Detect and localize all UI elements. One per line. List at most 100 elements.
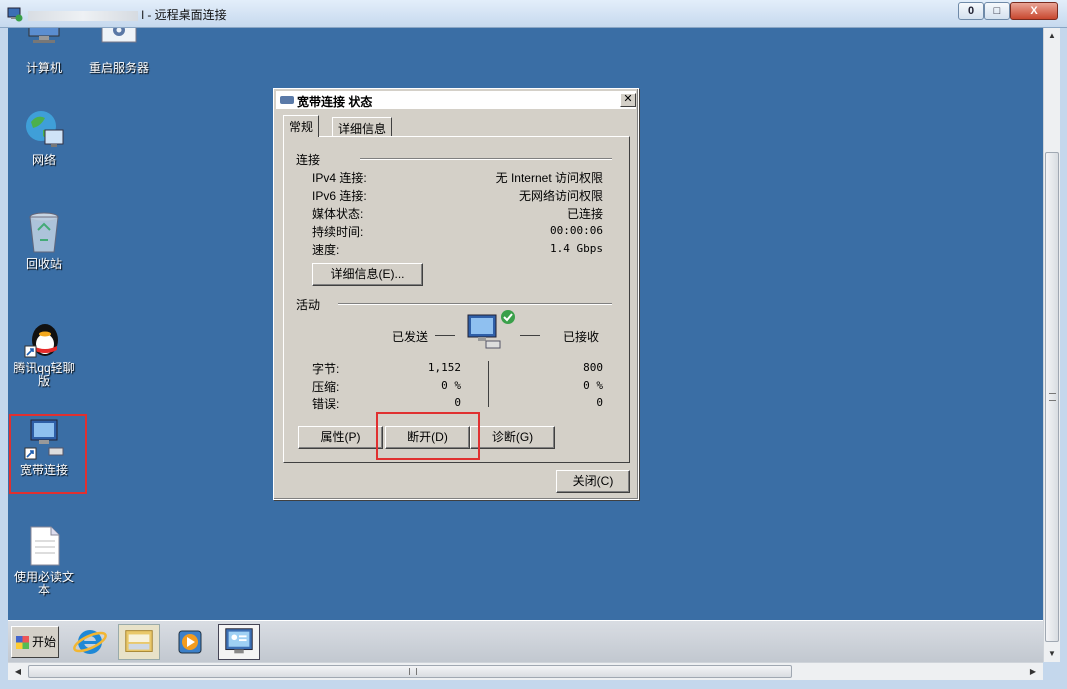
minimize-glyph: 0 [967,5,975,17]
grip-icon [409,668,417,675]
close-window-button[interactable]: X [1010,2,1058,20]
horizontal-scroll-thumb[interactable] [28,665,792,678]
section-divider [338,303,612,305]
errors-sent-value: 0 [454,396,461,409]
file-explorer-icon[interactable] [118,624,160,660]
desktop-icon-label: 重启服务器 [88,61,149,75]
speed-value: 1.4 Gbps [550,242,603,255]
horizontal-scrollbar[interactable]: ◀ ▶ [8,662,1043,680]
scroll-up-arrow-icon[interactable]: ▲ [1044,28,1060,44]
windows-logo-icon [16,636,29,649]
desktop-icon-readme[interactable]: 使用必读文本 [8,525,83,597]
bytes-label: 字节: [312,362,340,376]
minimize-button[interactable]: 0 [958,2,984,20]
maximize-button[interactable]: □ [984,2,1010,20]
desktop-icon-label: 腾讯qq轻聊版 [13,361,75,388]
highlight-box-broadband [9,414,87,494]
media-player-icon[interactable] [170,624,212,660]
arrow-glyph: ◀ [14,667,22,676]
properties-button[interactable]: 属性(P) [298,426,383,449]
globe-network-icon [26,111,64,147]
button-label: 诊断(G) [491,430,534,444]
computer-icon [28,28,60,43]
tab-label: 详细信息 [338,122,387,136]
desktop-icon-qq[interactable]: 腾讯qq轻聊版 [8,316,83,388]
remote-desktop-icon [7,7,23,22]
ipv6-label: IPv6 连接: [312,189,367,203]
gear-icon [101,28,137,43]
dialog-close-button[interactable]: ✕ [620,93,636,107]
diagnose-button[interactable]: 诊断(G) [470,426,555,449]
media-state-value: 已连接 [566,207,603,221]
scroll-right-arrow-icon[interactable]: ▶ [1025,663,1041,680]
modem-icon [280,96,294,104]
desktop-icon-restart-server[interactable]: 重启服务器 [80,28,158,75]
redacted-host [28,10,138,21]
close-icon: ✕ [623,93,633,105]
desktop-icon-network[interactable]: 网络 [8,108,83,167]
tab-general[interactable]: 常规 [283,115,320,137]
scroll-down-arrow-icon[interactable]: ▼ [1044,646,1060,662]
highlight-box-disconnect [376,412,480,460]
taskbar: 开始 [8,620,1043,662]
network-activity-icon [467,310,515,349]
desktop-icon-label: 使用必读文本 [13,570,74,597]
section-divider [360,158,612,160]
grip-icon [1049,393,1056,401]
scroll-left-arrow-icon[interactable]: ◀ [10,663,26,680]
vertical-scrollbar[interactable]: ▲ ▼ [1043,28,1060,662]
broadband-status-dialog: 宽带连接 状态 ✕ 常规 详细信息 连接 IPv4 连接: 无 Internet… [273,88,639,500]
details-button[interactable]: 详细信息(E)... [312,263,423,286]
button-label: 属性(P) [320,430,361,444]
compression-label: 压缩: [312,380,340,394]
close-glyph: X [1030,5,1038,17]
errors-received-value: 0 [596,396,603,409]
tab-panel-general: 连接 IPv4 连接: 无 Internet 访问权限 IPv6 连接: 无网络… [283,136,630,463]
arrow-glyph: ▶ [1029,667,1037,676]
close-button[interactable]: 关闭(C) [556,470,630,493]
desktop-icon-label: 网络 [31,153,56,167]
dialog-title: 宽带连接 状态 [297,95,373,109]
desktop-icon-label: 回收站 [25,257,62,271]
rdp-title-text: l - 远程桌面连接 [141,8,227,22]
dialog-title-bar: 宽带连接 状态 ✕ [276,91,636,109]
duration-label: 持续时间: [312,225,364,239]
sent-label: 已发送 [392,330,429,344]
qq-penguin-icon [24,324,58,358]
arrow-glyph: ▲ [1048,31,1056,40]
activity-divider [488,361,489,407]
tab-label: 常规 [289,120,314,134]
button-label: 详细信息(E)... [330,267,405,281]
sent-line [435,335,455,336]
arrow-glyph: ▼ [1048,649,1056,658]
start-button[interactable]: 开始 [11,626,59,658]
compression-received-value: 0 % [583,379,603,392]
recycle-bin-icon [29,212,59,253]
errors-label: 错误: [312,397,340,411]
received-line [520,335,540,336]
internet-explorer-icon[interactable] [69,624,111,660]
rdp-window-title: l - 远程桌面连接 [28,6,227,23]
connection-section-label: 连接 [296,153,321,167]
desktop-icon-computer[interactable]: 计算机 [8,28,83,75]
ipv4-value: 无 Internet 访问权限 [495,171,603,185]
desktop-icon-label: 计算机 [25,61,62,75]
received-label: 已接收 [563,330,600,344]
desktop-icon-recycle-bin[interactable]: 回收站 [8,212,83,271]
text-document-icon [30,526,60,566]
ipv4-label: IPv4 连接: [312,171,367,185]
remote-desktop-taskbar-icon[interactable] [218,624,260,660]
ipv6-value: 无网络访问权限 [518,189,603,203]
bytes-sent-value: 1,152 [427,361,461,374]
duration-value: 00:00:06 [550,224,603,237]
media-state-label: 媒体状态: [312,207,364,221]
remote-desktop[interactable]: 计算机 重启服务器 网络 回收站 腾讯qq轻聊版 宽带连接 使用必读文本 宽带连… [8,28,1043,662]
tab-details[interactable]: 详细信息 [332,117,393,137]
speed-label: 速度: [312,243,340,257]
activity-section-label: 活动 [296,298,321,312]
rdp-title-bar: l - 远程桌面连接 0 □ X [0,0,1067,28]
compression-sent-value: 0 % [441,379,461,392]
start-label: 开始 [32,635,57,649]
button-label: 关闭(C) [572,474,614,488]
vertical-scroll-thumb[interactable] [1045,152,1059,642]
